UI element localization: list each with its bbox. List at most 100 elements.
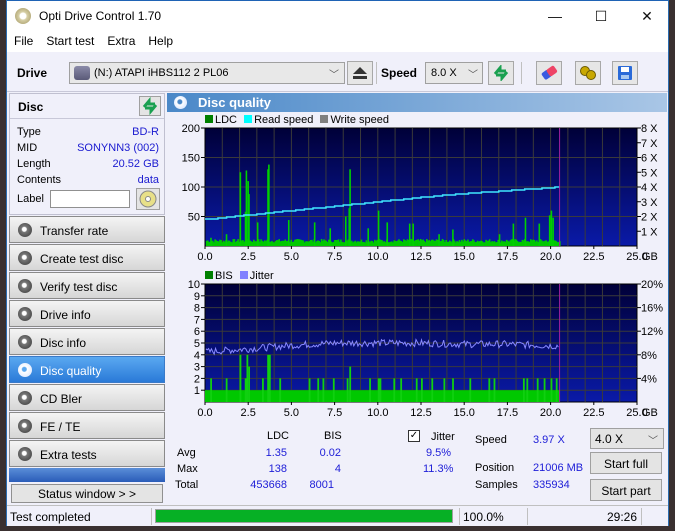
avg-ldc: 1.35 [265, 447, 287, 459]
menu-extra[interactable]: Extra [100, 30, 141, 48]
menu-help[interactable]: Help [141, 30, 179, 48]
nav-filler [9, 468, 165, 482]
row-avg-label: Avg [177, 447, 196, 459]
save-button[interactable] [612, 61, 638, 85]
menu-file[interactable]: File [7, 30, 39, 48]
stats-table: LDC BIS Avg 1.35 0.02 Max 138 4 Total 45… [167, 429, 467, 499]
nav-disc-info[interactable]: Disc info [9, 328, 165, 355]
eject-button[interactable] [347, 61, 373, 85]
progress-bar [155, 509, 453, 523]
ldc-peak [239, 172, 242, 246]
nav-extra-tests[interactable]: Extra tests [9, 440, 165, 467]
disc-quality-icon [18, 363, 32, 377]
speed-value: 3.97 X [533, 434, 565, 446]
app-window: Opti Drive Control 1.70 — ☐ ✕ File Start … [6, 0, 669, 526]
x-tick-label: 0.0 [197, 407, 212, 419]
refresh-icon [493, 65, 509, 81]
nav-label: Extra tests [40, 448, 97, 462]
bis-bar [262, 378, 264, 402]
nav-verify-test-disc[interactable]: Verify test disc [9, 272, 165, 299]
ldc-peak [344, 216, 347, 246]
row-max-label: Max [177, 463, 198, 475]
disc-length-value: 20.52 GB [112, 158, 159, 170]
ldc-peak [225, 234, 228, 246]
erase-button[interactable] [536, 61, 562, 85]
ldc-peak [367, 228, 370, 246]
close-button[interactable]: ✕ [624, 1, 670, 31]
status-window-button[interactable]: Status window > > [11, 484, 163, 503]
x-unit-label: GB [642, 251, 658, 263]
drive-icon [74, 66, 90, 80]
drive-select[interactable]: (N:) ATAPI iHBS112 2 PL06 ﹀ [69, 62, 345, 84]
nav-create-test-disc[interactable]: Create test disc [9, 244, 165, 271]
ldc-peak [268, 164, 270, 246]
ldc-peak [524, 217, 527, 246]
bis-bar [377, 378, 380, 402]
samples-value: 335934 [533, 479, 570, 491]
toolbar: Drive (N:) ATAPI iHBS112 2 PL06 ﹀ Speed … [7, 52, 668, 92]
y-tick-label-right: 1 X [641, 226, 658, 238]
nav-label: Disc info [40, 336, 87, 350]
start-part-button[interactable]: Start part [590, 479, 662, 501]
divider [641, 508, 642, 525]
ldc-peak [248, 194, 250, 246]
bis-bar [431, 378, 434, 402]
bis-bar [522, 378, 525, 402]
bis-bar [536, 378, 539, 402]
nav-fe-te[interactable]: FE / TE [9, 412, 165, 439]
ldc-peak [438, 234, 440, 246]
bis-bar [421, 378, 423, 402]
toolbar-divider [376, 62, 377, 84]
nav-disc-quality[interactable]: Disc quality [9, 356, 165, 383]
ldc-peak [512, 223, 515, 246]
avg-jitter: 9.5% [426, 447, 452, 459]
nav-transfer-rate[interactable]: Transfer rate [9, 216, 165, 243]
bis-bar [349, 366, 352, 402]
disc-quality-panel: Disc quality LDC Read speed Write speed … [167, 93, 667, 504]
eject-icon [353, 67, 367, 79]
divider [151, 508, 152, 525]
y-tick-label-right: 8% [641, 350, 657, 362]
refresh-speed-button[interactable] [488, 61, 514, 85]
y-tick-label-right: 7 X [641, 138, 658, 150]
panel-header: Disc quality [167, 93, 667, 112]
max-ldc: 138 [268, 463, 287, 475]
position-value: 21006 MB [533, 462, 584, 474]
disc-label-input[interactable] [50, 190, 130, 208]
settings-button[interactable] [575, 61, 601, 85]
nav-drive-info[interactable]: Drive info [9, 300, 165, 327]
settings-icon [580, 66, 596, 80]
bis-bar [317, 378, 320, 402]
ldc-peak [256, 222, 259, 246]
test-speed-select[interactable]: 4.0 X ﹀ [590, 428, 664, 449]
bis-bar [267, 354, 270, 402]
maximize-button[interactable]: ☐ [578, 1, 624, 31]
disc-refresh-button[interactable] [139, 96, 161, 116]
divider [459, 508, 460, 525]
title-bar: Opti Drive Control 1.70 — ☐ ✕ [7, 0, 668, 30]
x-tick-label: 17.5 [497, 251, 518, 263]
y-tick-label-right: 5 X [641, 167, 658, 179]
nav-cd-bler[interactable]: CD Bler [9, 384, 165, 411]
x-tick-label: 12.5 [410, 251, 431, 263]
disc-type-key: Type [17, 126, 41, 138]
y-tick-label-left: 150 [182, 153, 200, 165]
speed-select[interactable]: 8.0 X ﹀ [425, 62, 483, 84]
menu-start-test[interactable]: Start test [39, 30, 100, 48]
y-tick-label-left: 200 [182, 123, 200, 135]
x-unit-label: GB [642, 407, 658, 419]
y-tick-label-left: 50 [188, 212, 200, 224]
avg-bis: 0.02 [319, 447, 341, 459]
disc-contents-key: Contents [17, 174, 62, 186]
minimize-button[interactable]: — [532, 1, 578, 31]
bis-bar [393, 378, 396, 402]
jitter-checkbox[interactable]: ✓ [408, 430, 420, 442]
menu-bar: File Start test Extra Help [7, 30, 668, 52]
x-tick-label: 22.5 [583, 407, 604, 419]
start-full-button[interactable]: Start full [590, 452, 662, 474]
disc-icon [139, 190, 157, 208]
disc-label-button[interactable] [136, 188, 160, 210]
eraser-icon [541, 65, 558, 80]
bis-bar [379, 378, 382, 402]
x-tick-label: 10.0 [367, 251, 388, 263]
